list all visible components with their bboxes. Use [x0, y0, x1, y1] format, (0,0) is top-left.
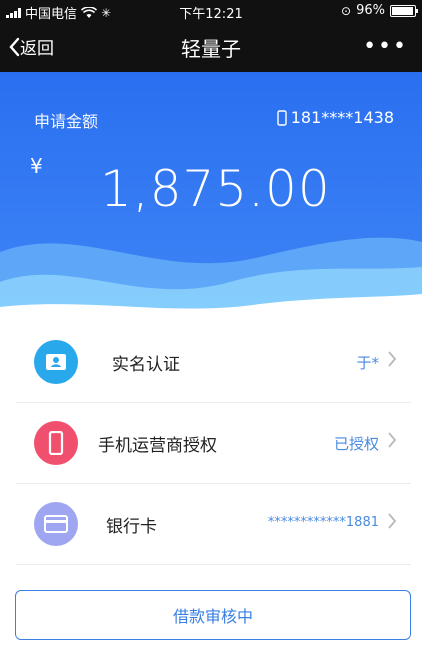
status-right: ⊙ 96% — [341, 3, 418, 18]
list-item[interactable]: 银行卡 ************1881 — [16, 484, 411, 565]
item-value: 于* — [356, 354, 379, 372]
list-item[interactable]: 实名认证 于* — [16, 322, 411, 403]
amount-header: 申请金额 181****1438 ¥ 1,875.00 — [0, 72, 422, 322]
amount-label: 申请金额 — [34, 112, 99, 131]
loan-review-button[interactable]: 借款审核中 — [15, 590, 411, 640]
phone-number-text: 181****1438 — [290, 108, 394, 127]
wave-decoration — [0, 237, 422, 322]
item-name: 银行卡 — [106, 517, 157, 537]
navigation-bar: 返回 轻量子 ••• — [0, 22, 422, 72]
chevron-right-icon — [388, 513, 397, 529]
item-value: ************1881 — [267, 515, 379, 530]
loan-amount: 1,875.00 — [100, 160, 331, 218]
verification-list: 实名认证 于* 手机运营商授权 已授权银行卡 ************1881 — [16, 322, 411, 565]
chevron-right-icon — [388, 432, 397, 448]
bank-card-icon — [34, 502, 78, 546]
chevron-right-icon — [388, 351, 397, 367]
battery-percent: 96% — [356, 3, 385, 18]
phone-icon — [277, 109, 287, 126]
more-options-button[interactable]: ••• — [363, 34, 408, 59]
item-value: 已授权 — [333, 435, 379, 453]
list-item[interactable]: 手机运营商授权 已授权 — [16, 403, 411, 484]
orientation-lock-icon: ⊙ — [341, 3, 352, 18]
id-card-icon — [34, 340, 78, 384]
mobile-phone-icon — [34, 421, 78, 465]
battery-icon — [390, 4, 418, 17]
status-bar: 中国电信 ✳ 下午12:21 ⊙ 96% — [0, 0, 422, 22]
item-name: 实名认证 — [112, 355, 180, 375]
currency-symbol: ¥ — [30, 154, 43, 178]
phone-number: 181****1438 — [277, 108, 394, 127]
top-bar: 中国电信 ✳ 下午12:21 ⊙ 96% 返回 轻量子 ••• — [0, 0, 422, 72]
item-name: 手机运营商授权 — [98, 436, 217, 456]
page-title: 轻量子 — [181, 37, 241, 61]
